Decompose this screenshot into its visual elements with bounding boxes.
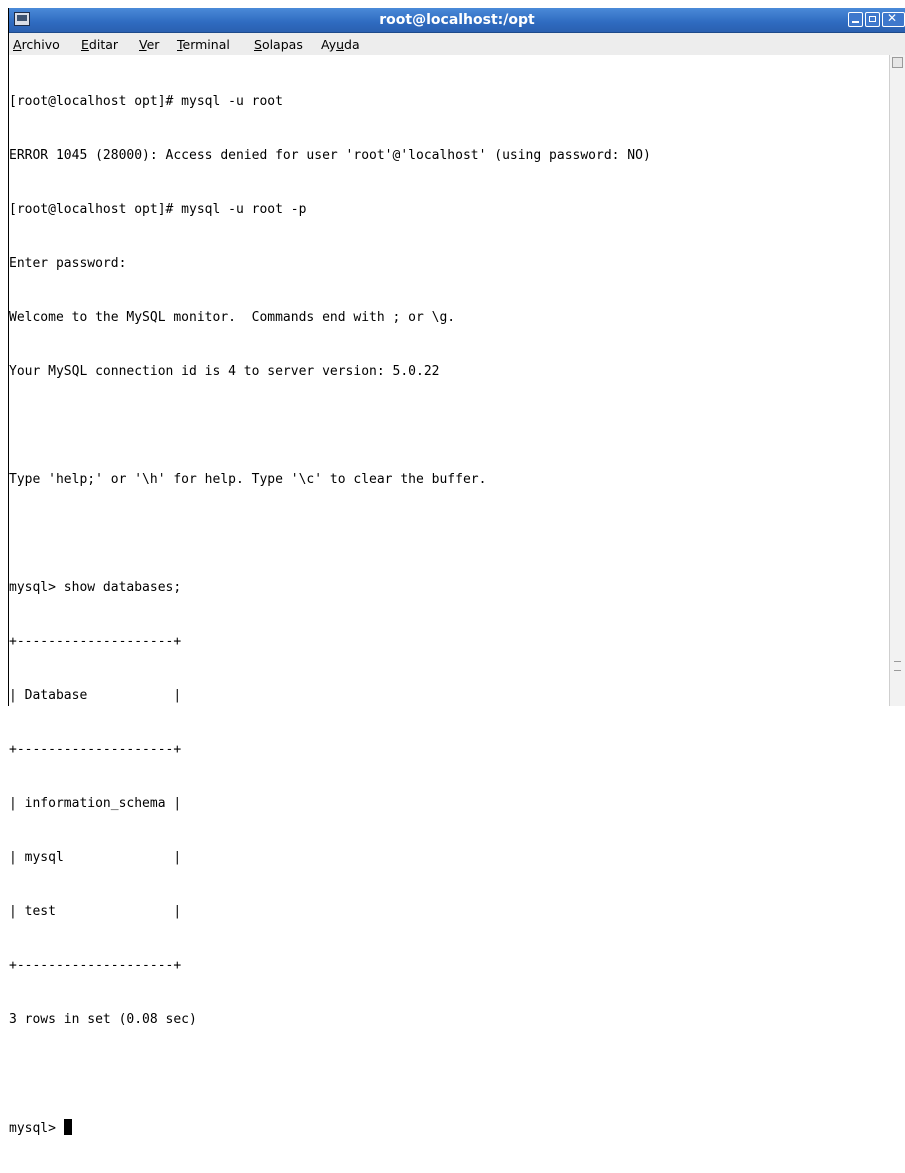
menu-terminal-label: erminal <box>182 37 230 52</box>
menu-archivo[interactable]: Archivo <box>13 37 60 52</box>
menu-ayuda-prefix: Ay <box>321 37 337 52</box>
text-cursor <box>63 1119 72 1135</box>
terminal-output[interactable]: [root@localhost opt]# mysql -u root ERRO… <box>9 55 889 1136</box>
terminal-text: [root@localhost opt]# mysql -u root ERRO… <box>9 57 651 1173</box>
terminal-line: | Database | <box>9 688 182 703</box>
menu-editar-mnemonic: E <box>81 37 89 52</box>
terminal-line: Type 'help;' or '\h' for help. Type '\c'… <box>9 472 487 487</box>
desktop-left-edge <box>0 0 9 706</box>
terminal-prompt-line[interactable]: mysql> <box>9 1119 651 1137</box>
terminal-line: Enter password: <box>9 256 127 271</box>
terminal-line: [root@localhost opt]# mysql -u root -p <box>9 202 307 217</box>
terminal-line: Your MySQL connection id is 4 to server … <box>9 364 440 379</box>
minimize-button[interactable] <box>848 12 863 27</box>
menu-editar-label: ditar <box>88 37 119 52</box>
desktop-top-strip <box>0 0 905 8</box>
menu-ayuda[interactable]: Ayuda <box>321 37 360 52</box>
terminal-line: +--------------------+ <box>9 742 182 757</box>
terminal-line: [root@localhost opt]# mysql -u root <box>9 94 283 109</box>
terminal-line: Welcome to the MySQL monitor. Commands e… <box>9 310 456 325</box>
terminal-line: | mysql | <box>9 850 182 865</box>
terminal-line: ERROR 1045 (28000): Access denied for us… <box>9 148 651 163</box>
terminal-line: | information_schema | <box>9 796 182 811</box>
vertical-scrollbar[interactable] <box>889 55 905 706</box>
menu-ayuda-mnemonic: u <box>336 37 345 52</box>
maximize-button[interactable] <box>865 12 880 27</box>
terminal-window: root@localhost:/opt Archivo Editar Ver T… <box>9 8 905 1136</box>
menu-solapas-mnemonic: S <box>254 37 262 52</box>
menubar: Archivo Editar Ver Terminal Solapas Ayud… <box>9 33 905 56</box>
menu-archivo-mnemonic: A <box>13 37 22 52</box>
menu-ver-mnemonic: V <box>139 37 147 52</box>
terminal-line: +--------------------+ <box>9 634 182 649</box>
menu-ayuda-label: da <box>344 37 360 52</box>
close-button[interactable] <box>882 11 905 27</box>
menu-terminal[interactable]: Terminal <box>177 37 230 52</box>
menu-ver[interactable]: Ver <box>139 37 159 52</box>
terminal-line: +--------------------+ <box>9 958 182 973</box>
mysql-prompt: mysql> <box>9 1121 64 1136</box>
menu-editar[interactable]: Editar <box>81 37 118 52</box>
menu-ver-label: er <box>146 37 160 52</box>
menu-solapas-label: olapas <box>261 37 303 52</box>
menu-solapas[interactable]: Solapas <box>254 37 303 52</box>
terminal-line: mysql> show databases; <box>9 580 182 595</box>
window-title: root@localhost:/opt <box>379 12 535 28</box>
terminal-line: 3 rows in set (0.08 sec) <box>9 1012 197 1027</box>
scrollbar-grip[interactable] <box>894 661 901 671</box>
menu-archivo-label: rchivo <box>21 37 60 52</box>
terminal-line: | test | <box>9 904 182 919</box>
titlebar[interactable]: root@localhost:/opt <box>9 8 905 33</box>
scroll-up-arrow-icon[interactable] <box>892 57 903 68</box>
